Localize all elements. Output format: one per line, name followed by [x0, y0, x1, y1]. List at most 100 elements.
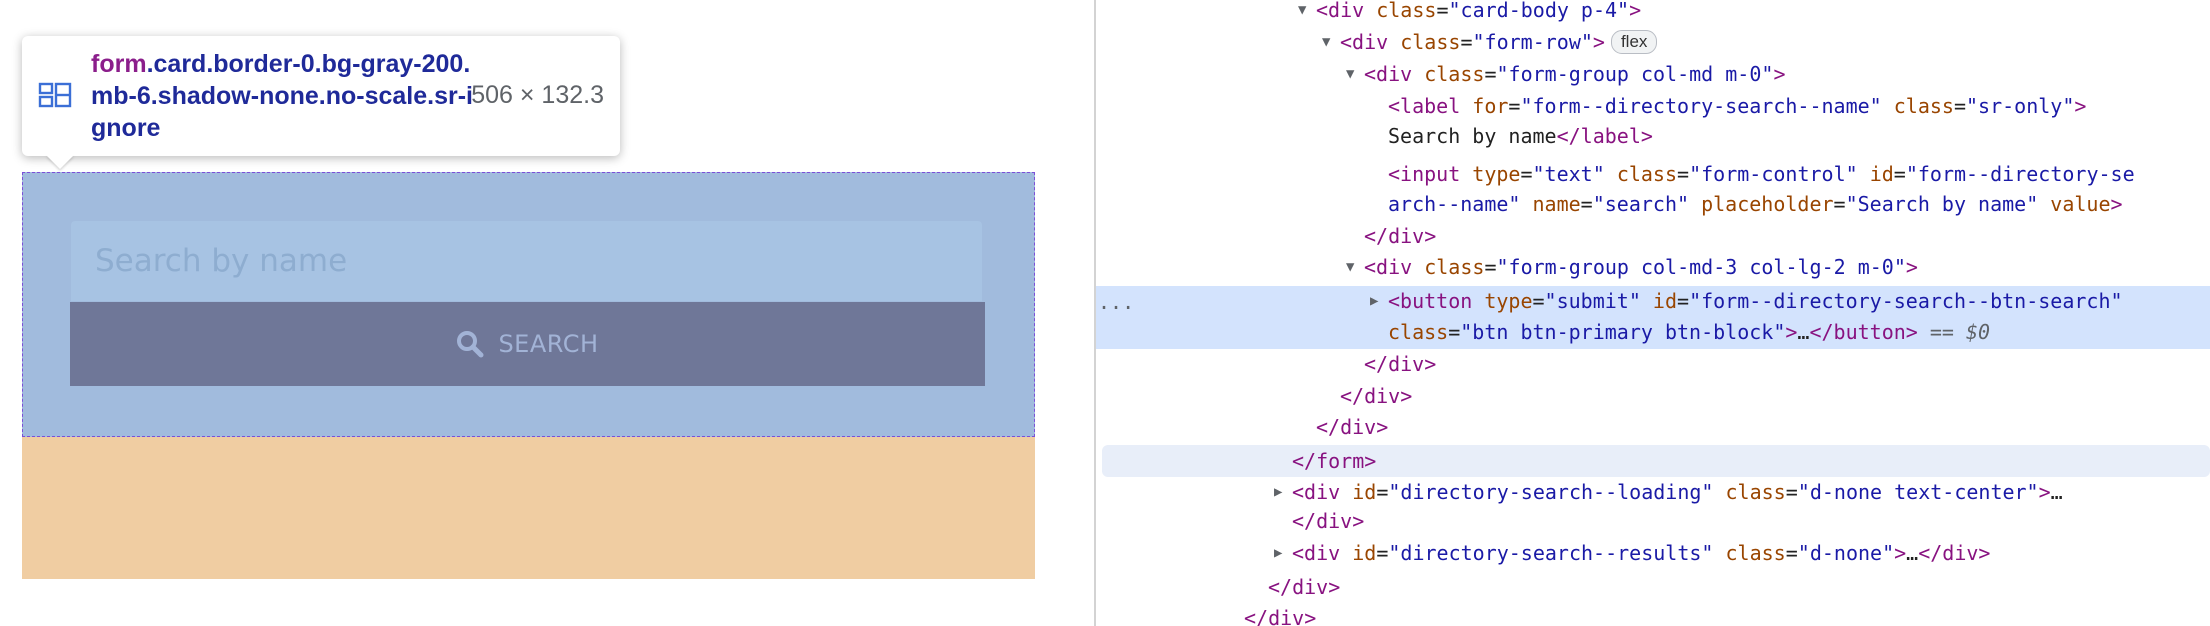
code-token: > — [2110, 192, 2123, 216]
dom-node-line[interactable]: </div> — [1096, 380, 2210, 412]
flex-badge[interactable]: flex — [1610, 29, 1658, 54]
collapse-triangle-icon[interactable]: ▼ — [1346, 58, 1364, 90]
code-token: class — [1725, 480, 1786, 504]
dom-node-code: <div class="form-group col-md-3 col-lg-2… — [1364, 255, 1918, 279]
tooltip-size: 506 × 132.3 — [471, 81, 604, 109]
code-token: class — [1893, 94, 1954, 118]
dom-node-line[interactable]: ▼ <div class="form-group col-md m-0"> — [1096, 58, 2210, 90]
code-token: class — [1400, 30, 1461, 54]
devtools-elements-panel: ... ▼ <div class="card-body p-4"> ▼ <div c… — [1096, 0, 2210, 626]
dom-node-line[interactable]: ▼ <div class="form-group col-md-3 col-lg-… — [1096, 251, 2210, 283]
code-token: = — [1785, 480, 1798, 504]
code-token: = — [1484, 255, 1497, 279]
search-input[interactable] — [71, 221, 982, 301]
code-token: <div — [1292, 541, 1353, 565]
dom-node-line[interactable]: </div> — [1096, 411, 2210, 443]
dom-node-line[interactable]: <input type="text" class="form-control" … — [1096, 158, 2210, 190]
code-token: <div — [1364, 255, 1425, 279]
dom-node-code: <label for="form--directory-search--name… — [1388, 94, 2086, 118]
code-token: id — [1352, 541, 1377, 565]
code-token: … — [1906, 541, 1919, 565]
code-token: = — [1833, 192, 1846, 216]
code-token: = — [1677, 162, 1690, 186]
dom-node-line[interactable]: </div> — [1096, 505, 2210, 537]
dom-node-line[interactable]: </div> — [1096, 348, 2210, 380]
code-token: = — [1436, 0, 1449, 22]
dom-node-line-selected[interactable]: ▶ <button type="submit" id="form--directo… — [1096, 285, 2210, 317]
code-token: "text" — [1532, 162, 1605, 186]
dom-node-line[interactable]: ▶ <div id="directory-search--loading" cla… — [1096, 476, 2210, 508]
dom-node-code: arch--name" name="search" placeholder="S… — [1388, 192, 2123, 216]
margin-highlight — [22, 437, 1035, 579]
code-token: </div> — [1918, 541, 1991, 565]
dom-node-line-selected[interactable]: class="btn btn-primary btn-block">…</but… — [1096, 316, 2210, 348]
code-token: <div — [1364, 62, 1425, 86]
code-token: "form-group col-md-3 col-lg-2 m-0" — [1496, 255, 1906, 279]
dom-node-line[interactable]: </div> — [1096, 220, 2210, 252]
dom-node-code: <div id="directory-search--results" clas… — [1292, 541, 1990, 565]
code-token: </div> — [1268, 575, 1341, 599]
code-token: "d-none" — [1797, 541, 1895, 565]
code-token: class — [1424, 255, 1485, 279]
code-token: = — [1785, 541, 1798, 565]
expand-triangle-icon[interactable]: ▶ — [1274, 476, 1292, 508]
code-token: </button> — [1809, 320, 1918, 344]
search-icon — [456, 330, 484, 358]
code-token: type — [1472, 162, 1521, 186]
code-token: "d-none text-center" — [1797, 480, 2039, 504]
dom-node-code: </div> — [1316, 415, 1388, 439]
code-token: = — [1508, 94, 1521, 118]
code-token: </div> — [1340, 384, 1413, 408]
dom-node-line-hovered[interactable]: </form> — [1096, 445, 2210, 477]
code-token: = — [1448, 320, 1461, 344]
dom-node-line[interactable]: ▼ <div class="form-row"> flex — [1096, 26, 2210, 58]
dom-node-line[interactable]: arch--name" name="search" placeholder="S… — [1096, 188, 2210, 220]
dom-node-code: Search by name</label> — [1388, 124, 1653, 148]
code-token: > — [1785, 320, 1798, 344]
dom-node-line[interactable]: ▼ <div class="card-body p-4"> — [1096, 0, 2210, 26]
code-token: = — [1376, 480, 1389, 504]
inspect-tooltip: form.card.border-0.bg-gray-200.mb-6.shad… — [22, 36, 620, 156]
code-token: == $0 — [1917, 320, 1991, 344]
code-token: > — [1894, 541, 1907, 565]
code-token: "directory-search--loading" — [1388, 480, 1714, 504]
code-token: </form> — [1292, 449, 1377, 473]
code-token: = — [1460, 30, 1473, 54]
expand-triangle-icon[interactable]: ▶ — [1274, 537, 1292, 569]
code-token: "search" — [1592, 192, 1690, 216]
dom-node-code: </div> — [1244, 606, 1316, 626]
expand-triangle-icon[interactable]: ▶ — [1370, 285, 1388, 317]
code-token: placeholder — [1701, 192, 1834, 216]
dom-node-line[interactable]: Search by name</label> — [1096, 120, 2210, 152]
code-token: "form-row" — [1472, 30, 1593, 54]
code-token: arch--name" — [1388, 192, 1521, 216]
dom-node-code: <input type="text" class="form-control" … — [1388, 162, 2135, 186]
dom-node-code: </div> — [1340, 384, 1412, 408]
dom-node-line[interactable]: <label for="form--directory-search--name… — [1096, 90, 2210, 122]
code-token: </div> — [1364, 352, 1437, 376]
code-token: <div — [1292, 480, 1353, 504]
dom-node-line[interactable]: </div> — [1096, 571, 2210, 603]
tooltip-arrow — [46, 155, 74, 169]
code-token: name — [1532, 192, 1581, 216]
code-token: <button — [1388, 289, 1485, 313]
search-button[interactable]: SEARCH — [70, 302, 985, 386]
dom-node-line[interactable]: </div> — [1096, 602, 2210, 626]
code-token: … — [1797, 320, 1810, 344]
collapse-triangle-icon[interactable]: ▼ — [1346, 251, 1364, 283]
code-token: "sr-only" — [1966, 94, 2075, 118]
dom-node-code: <div class="card-body p-4"> — [1316, 0, 1641, 22]
dom-node-line[interactable]: ▶ <div id="directory-search--results" cla… — [1096, 537, 2210, 569]
collapse-triangle-icon[interactable]: ▼ — [1322, 26, 1340, 58]
collapse-triangle-icon[interactable]: ▼ — [1298, 0, 1316, 26]
code-token: = — [1532, 289, 1545, 313]
dom-node-code: </div> — [1292, 509, 1364, 533]
